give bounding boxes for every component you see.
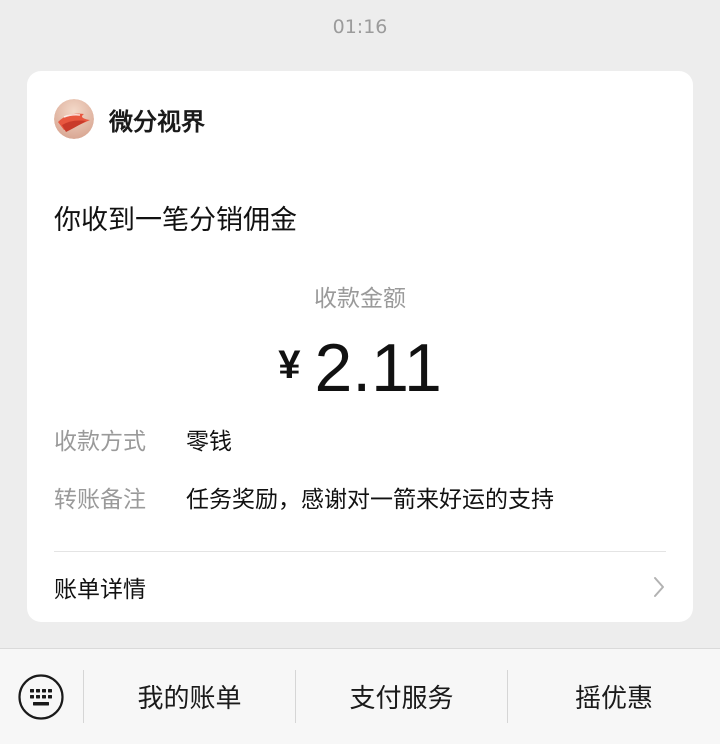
merchant-header[interactable]: 微分视界: [54, 98, 205, 140]
transfer-note-row: 转账备注 任务奖励，感谢对一箭来好运的支持: [54, 480, 554, 514]
transfer-note-label: 转账备注: [54, 487, 146, 513]
amount-display: ¥2.11: [27, 329, 693, 407]
service-menu-bar: 我的账单 支付服务 摇优惠: [0, 648, 720, 744]
keyboard-icon[interactable]: [17, 673, 65, 721]
currency-symbol: ¥: [278, 343, 301, 387]
merchant-name: 微分视界: [109, 107, 205, 136]
amount-value: 2.11: [314, 330, 442, 406]
transfer-note-value: 任务奖励，感谢对一箭来好运的支持: [186, 487, 554, 513]
amount-label: 收款金额: [314, 286, 406, 312]
merchant-avatar: [54, 99, 94, 139]
chevron-right-icon: [652, 575, 666, 599]
bill-details-link[interactable]: 账单详情: [54, 552, 666, 622]
payment-method-value: 零钱: [186, 429, 232, 455]
payment-notification-card[interactable]: 微分视界 你收到一笔分销佣金 收款金额 ¥2.11 收款方式 零钱 转账备注 任务奖…: [27, 71, 693, 622]
shake-discounts-button[interactable]: 摇优惠: [508, 669, 720, 723]
merchant-logo-icon: [54, 99, 94, 139]
payment-method-label: 收款方式: [54, 429, 146, 455]
payment-services-button[interactable]: 支付服务: [296, 669, 507, 723]
message-timestamp: 01:16: [332, 16, 388, 38]
payment-method-row: 收款方式 零钱: [54, 422, 232, 456]
notification-title: 你收到一笔分销佣金: [54, 205, 297, 236]
my-bills-button[interactable]: 我的账单: [84, 669, 295, 723]
bill-details-label: 账单详情: [54, 577, 146, 603]
